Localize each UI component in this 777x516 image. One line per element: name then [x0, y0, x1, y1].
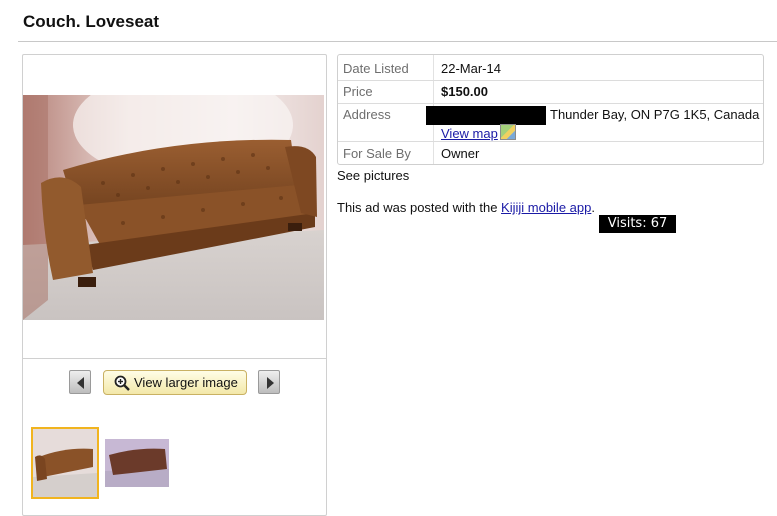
couch-photo	[23, 95, 324, 320]
redacted-street-address	[426, 106, 546, 125]
main-photo[interactable]	[23, 95, 324, 320]
thumbnail-2[interactable]	[105, 439, 169, 487]
view-map-link[interactable]: View map	[441, 126, 498, 141]
detail-row-seller: For Sale By Owner	[338, 146, 763, 166]
detail-row-address: Address Thunder Bay, ON P7G 1K5, Canada …	[338, 106, 763, 141]
price-label: Price	[343, 84, 373, 99]
chevron-left-icon	[77, 377, 84, 389]
previous-image-button[interactable]	[69, 370, 91, 394]
row-divider	[338, 80, 763, 81]
posted-with-text: This ad was posted with the Kijiji mobil…	[337, 200, 595, 215]
map-icon[interactable]	[499, 124, 516, 140]
posted-prefix: This ad was posted with the	[337, 200, 502, 215]
magnifier-plus-icon	[114, 375, 130, 391]
ad-details-table: Date Listed 22-Mar-14 Price $150.00 Addr…	[337, 54, 764, 165]
next-image-button[interactable]	[258, 370, 280, 394]
view-larger-label: View larger image	[134, 375, 238, 390]
address-value: Thunder Bay, ON P7G 1K5, Canada	[550, 107, 760, 122]
gallery-divider	[23, 358, 326, 359]
thumbnail-image	[105, 439, 169, 487]
row-divider	[338, 103, 763, 104]
chevron-right-icon	[267, 377, 274, 389]
seller-label: For Sale By	[343, 146, 411, 161]
date-label: Date Listed	[343, 61, 409, 76]
visit-counter: Visits: 67	[599, 215, 676, 233]
image-gallery: View larger image	[22, 54, 327, 516]
posted-suffix: .	[591, 200, 595, 215]
row-divider	[338, 141, 763, 142]
thumbnail-image	[33, 429, 97, 497]
thumbnail-1[interactable]	[31, 427, 99, 499]
detail-row-date: Date Listed 22-Mar-14	[338, 61, 763, 81]
view-larger-image-button[interactable]: View larger image	[103, 370, 247, 395]
description-text: See pictures	[337, 168, 410, 183]
price-value: $150.00	[441, 84, 488, 99]
ad-title: Couch. Loveseat	[23, 12, 160, 31]
address-label: Address	[343, 107, 391, 122]
detail-row-price: Price $150.00	[338, 84, 763, 104]
date-value: 22-Mar-14	[441, 61, 501, 76]
title-divider	[18, 41, 777, 42]
seller-value: Owner	[441, 146, 480, 161]
kijiji-app-link[interactable]: Kijiji mobile app	[501, 200, 591, 215]
